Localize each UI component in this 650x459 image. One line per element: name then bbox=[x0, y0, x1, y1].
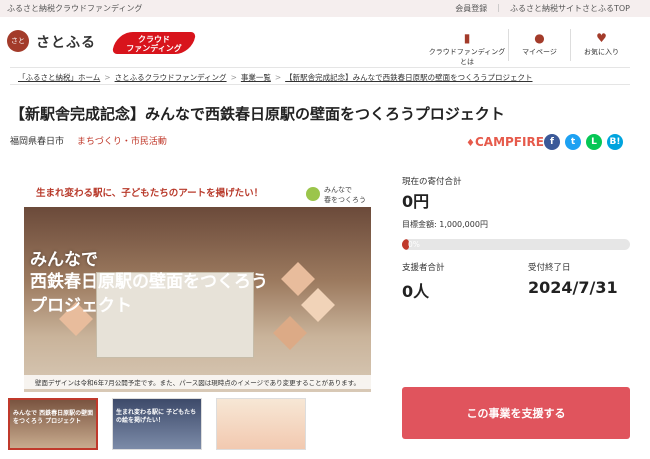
breadcrumb-projects[interactable]: 事業一覧 bbox=[241, 73, 271, 82]
campaign-logo-line2: 春をつくろう bbox=[324, 196, 366, 204]
decor-tile bbox=[301, 288, 335, 322]
satofull-logo-text[interactable]: さとふる bbox=[36, 32, 96, 52]
goal-amount: 目標金額: 1,000,000円 bbox=[402, 220, 488, 229]
raised-label: 現在の寄付合計 bbox=[402, 177, 462, 187]
progress-bar: 0% bbox=[402, 239, 630, 250]
end-date-value: 2024/7/31 bbox=[528, 278, 618, 297]
breadcrumb-sep: > bbox=[104, 73, 111, 82]
thumbnail-text: みんなで 西鉄春日原駅の壁面をつくろう プロジェクト bbox=[13, 410, 94, 425]
badge-line2: ファンディング bbox=[126, 44, 182, 53]
funding-panel: 現在の寄付合計 0円 目標金額: 1,000,000円 0% 支援者合計 0人 … bbox=[402, 0, 630, 459]
satofull-logo-mark[interactable]: さと bbox=[7, 30, 29, 52]
project-meta: 福岡県春日市 まちづくり・市民活動 bbox=[10, 134, 167, 147]
thumbnail-1[interactable]: みんなで 西鉄春日原駅の壁面をつくろう プロジェクト bbox=[8, 398, 98, 450]
breadcrumb-home[interactable]: 「ふるさと納税」ホーム bbox=[18, 73, 100, 82]
thumbnail-text: 生まれ変わる駅に 子どもたちの絵を掲げたい！ bbox=[116, 409, 197, 424]
hero-headline-2: 西鉄春日原駅の壁面をつくろう bbox=[30, 272, 268, 292]
breadcrumb-sep: > bbox=[230, 73, 237, 82]
thumbnail-3[interactable] bbox=[216, 398, 306, 450]
raised-amount: 0円 bbox=[402, 192, 430, 211]
campaign-logo-line1: みんなで bbox=[324, 186, 352, 194]
leaf-icon bbox=[306, 187, 320, 201]
project-category[interactable]: まちづくり・市民活動 bbox=[77, 137, 167, 147]
supporters-label: 支援者合計 bbox=[402, 263, 445, 273]
station-rendering: みんなで 西鉄春日原駅の壁面をつくろう プロジェクト bbox=[24, 207, 371, 392]
hero-caption: 壁面デザインは令和6年7月公開予定です。また、パース図は現時点のイメージであり変… bbox=[24, 375, 371, 389]
project-city: 福岡県春日市 bbox=[10, 137, 65, 147]
crowdfunding-badge[interactable]: クラウド ファンディング bbox=[112, 28, 196, 56]
hero-headline-3: プロジェクト bbox=[30, 296, 132, 316]
support-project-button[interactable]: この事業を支援する bbox=[402, 387, 630, 439]
supporters-count: 0人 bbox=[402, 282, 430, 301]
campaign-logo: みんなで 春をつくろう bbox=[306, 182, 366, 208]
decor-tile bbox=[281, 262, 315, 296]
image-thumbnails: みんなで 西鉄春日原駅の壁面をつくろう プロジェクト 生まれ変わる駅に 子どもた… bbox=[8, 398, 306, 450]
thumbnail-2[interactable]: 生まれ変わる駅に 子どもたちの絵を掲げたい！ bbox=[112, 398, 202, 450]
project-hero-image: 生まれ変わる駅に、子どもたちのアートを掲げたい！ みんなで 春をつくろう みんな… bbox=[24, 179, 371, 392]
end-date-label: 受付終了日 bbox=[528, 263, 571, 273]
progress-percent: 0% bbox=[408, 240, 420, 249]
site-tagline: ふるさと納税クラウドファンディング bbox=[7, 4, 143, 13]
hero-tagline: 生まれ変わる駅に、子どもたちのアートを掲げたい！ bbox=[36, 188, 264, 199]
decor-tile bbox=[273, 316, 307, 350]
breadcrumb-crowdfunding[interactable]: さとふるクラウドファンディング bbox=[115, 73, 227, 82]
breadcrumb-sep: > bbox=[274, 73, 282, 82]
